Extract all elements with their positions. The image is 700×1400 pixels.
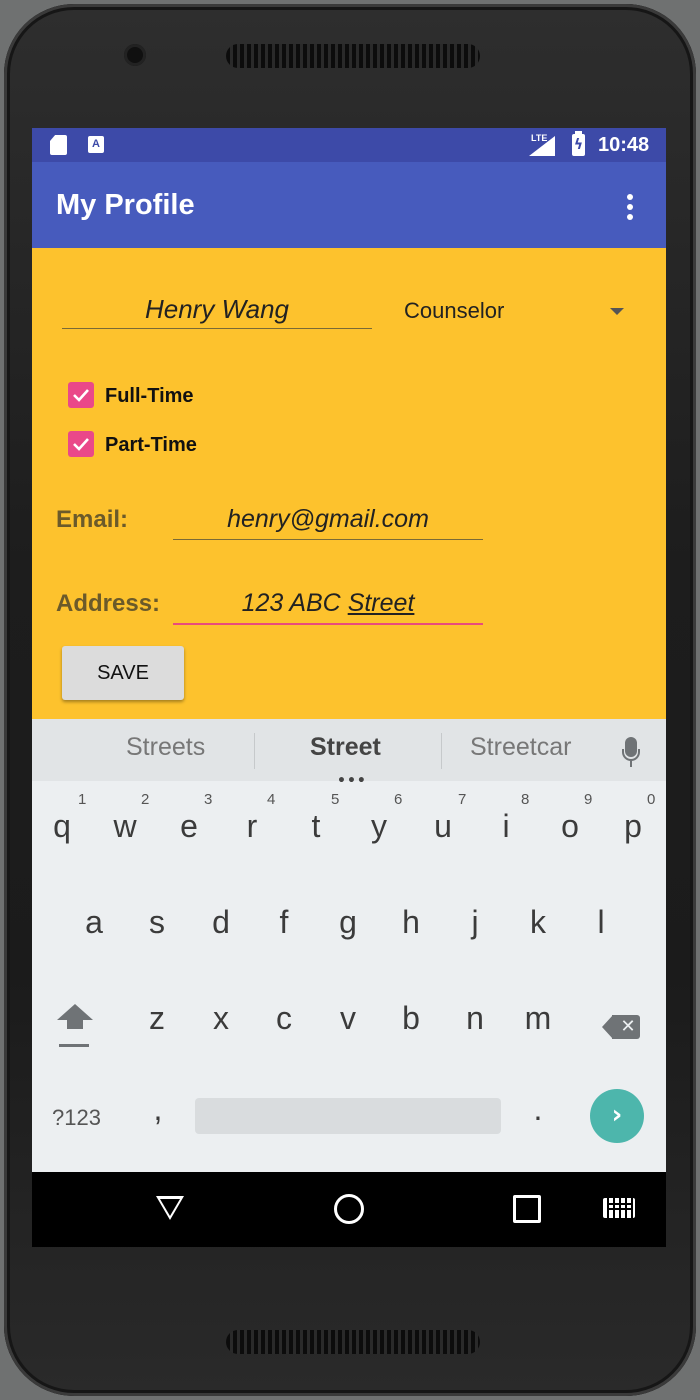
- front-camera: [124, 44, 146, 66]
- key-n[interactable]: n: [455, 1000, 495, 1037]
- backspace-icon[interactable]: ✕: [602, 1015, 642, 1039]
- bottom-speaker: [226, 1330, 480, 1354]
- key-hint: 4: [267, 791, 276, 808]
- suggestion-divider: [254, 733, 255, 769]
- key-o[interactable]: o: [550, 808, 590, 845]
- check-icon: [73, 389, 89, 402]
- key-p[interactable]: p: [613, 808, 653, 845]
- address-text: 123 ABC: [241, 589, 348, 617]
- key-h[interactable]: h: [391, 904, 431, 941]
- app-bar: My Profile: [32, 162, 666, 248]
- key-f[interactable]: f: [264, 904, 304, 941]
- role-spinner[interactable]: Counselor: [404, 292, 624, 332]
- email-label: Email:: [56, 506, 129, 533]
- key-period[interactable]: .: [518, 1091, 558, 1128]
- key-s[interactable]: s: [137, 904, 177, 941]
- key-i[interactable]: i: [486, 808, 526, 845]
- key-hint: 3: [204, 791, 213, 808]
- key-e[interactable]: e: [169, 808, 209, 845]
- go-arrow-icon[interactable]: ›: [590, 1089, 644, 1143]
- key-v[interactable]: v: [328, 1000, 368, 1037]
- soft-keyboard: Streets Street Streetcar ••• 1 2 3 4 5 6…: [32, 719, 666, 1172]
- name-input[interactable]: Henry Wang: [62, 286, 372, 329]
- network-type: LTE: [531, 133, 548, 143]
- key-j[interactable]: j: [455, 904, 495, 941]
- key-t[interactable]: t: [296, 808, 336, 845]
- more-vert-icon[interactable]: [622, 194, 638, 222]
- role-selected-value: Counselor: [404, 298, 505, 323]
- key-z[interactable]: z: [137, 1000, 177, 1037]
- key-comma[interactable]: ,: [138, 1091, 178, 1128]
- address-input[interactable]: 123 ABC Street: [173, 583, 483, 625]
- full-time-label: Full-Time: [105, 385, 194, 407]
- key-hint: 0: [647, 791, 656, 808]
- keyboard-switch-icon[interactable]: [603, 1198, 635, 1218]
- key-hint: 8: [521, 791, 530, 808]
- key-k[interactable]: k: [518, 904, 558, 941]
- sd-card-icon: [50, 135, 67, 155]
- key-hint: 7: [458, 791, 467, 808]
- earpiece-speaker: [226, 44, 480, 68]
- full-time-checkbox[interactable]: [68, 382, 94, 408]
- mic-icon[interactable]: [622, 737, 640, 767]
- email-input[interactable]: henry@gmail.com: [173, 499, 483, 540]
- key-q[interactable]: q: [42, 808, 82, 845]
- charging-bolt-icon: ϟ: [573, 137, 584, 153]
- suggestion-left[interactable]: Streets: [126, 733, 205, 762]
- key-l[interactable]: l: [581, 904, 621, 941]
- symbols-key[interactable]: ?123: [52, 1105, 101, 1131]
- key-a[interactable]: a: [74, 904, 114, 941]
- status-bar: A LTE ϟ 10:48: [32, 128, 666, 162]
- key-c[interactable]: c: [264, 1000, 304, 1037]
- recent-apps-icon[interactable]: [513, 1195, 541, 1223]
- key-r[interactable]: r: [232, 808, 272, 845]
- save-button[interactable]: SAVE: [62, 646, 184, 700]
- clock: 10:48: [598, 134, 650, 156]
- key-g[interactable]: g: [328, 904, 368, 941]
- key-b[interactable]: b: [391, 1000, 431, 1037]
- key-hint: 6: [394, 791, 403, 808]
- key-x[interactable]: x: [201, 1000, 241, 1037]
- suggestion-center[interactable]: Street: [310, 733, 381, 762]
- key-d[interactable]: d: [201, 904, 241, 941]
- key-u[interactable]: u: [423, 808, 463, 845]
- key-m[interactable]: m: [518, 1000, 558, 1037]
- home-icon[interactable]: [334, 1194, 364, 1224]
- part-time-label: Part-Time: [105, 434, 197, 456]
- key-hint: 9: [584, 791, 593, 808]
- screen: A LTE ϟ 10:48 My Profile Henry Wang Coun…: [32, 128, 666, 1247]
- suggestion-strip: Streets Street Streetcar •••: [32, 719, 666, 789]
- suggestion-right[interactable]: Streetcar: [470, 733, 571, 762]
- a-notification-icon: A: [88, 136, 104, 153]
- dropdown-arrow-icon: [610, 308, 624, 315]
- navigation-bar: [32, 1172, 666, 1247]
- back-icon[interactable]: [156, 1196, 184, 1220]
- key-hint: 5: [331, 791, 340, 808]
- suggestion-divider: [441, 733, 442, 769]
- key-hint: 2: [141, 791, 150, 808]
- page-title: My Profile: [56, 189, 195, 221]
- shift-icon[interactable]: [55, 1004, 95, 1054]
- address-label: Address:: [56, 590, 161, 617]
- part-time-checkbox[interactable]: [68, 431, 94, 457]
- key-w[interactable]: w: [105, 808, 145, 845]
- more-suggestions-icon[interactable]: •••: [337, 773, 367, 789]
- space-bar[interactable]: [195, 1098, 501, 1134]
- key-hint: 1: [78, 791, 87, 808]
- key-y[interactable]: y: [359, 808, 399, 845]
- check-icon: [73, 438, 89, 451]
- address-composing-word: Street: [347, 589, 415, 617]
